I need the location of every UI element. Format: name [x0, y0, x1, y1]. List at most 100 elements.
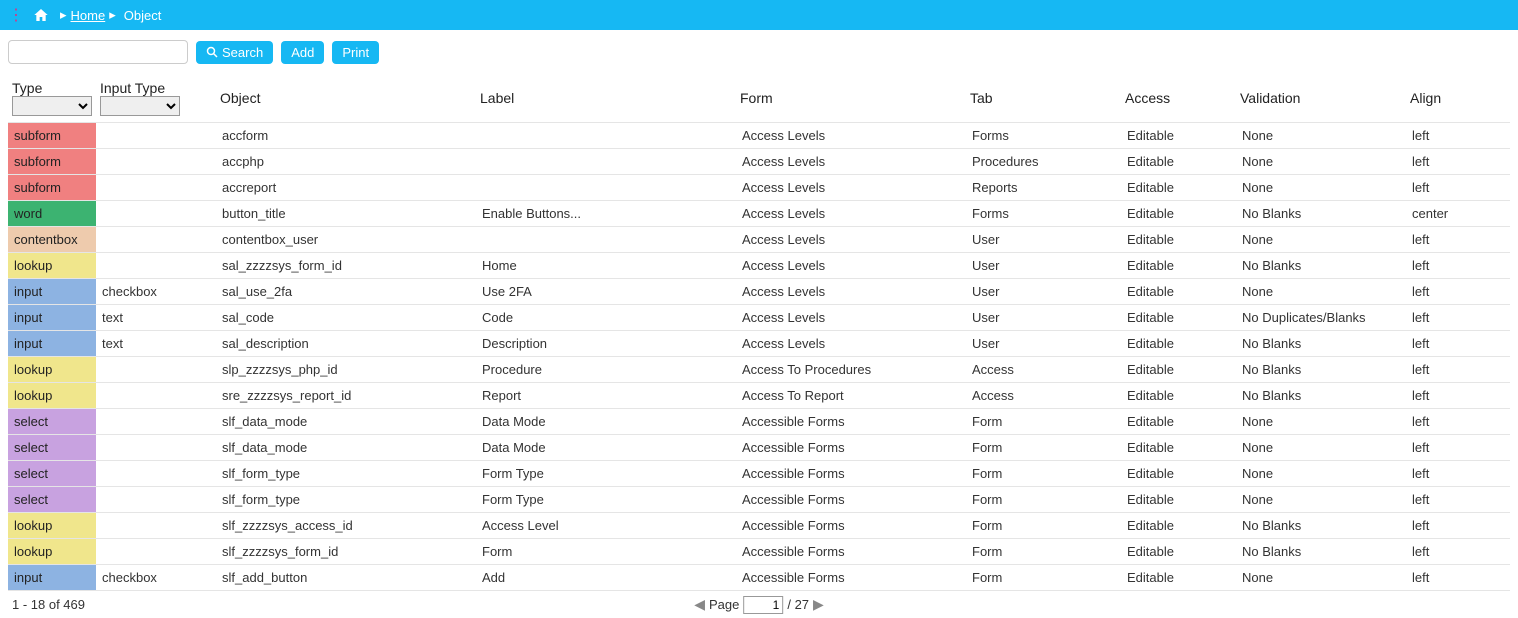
cell-input-type [96, 149, 216, 175]
cell-access: Editable [1121, 253, 1236, 279]
cell-object: sal_use_2fa [216, 279, 476, 305]
table-row[interactable]: subformaccreportAccess LevelsReportsEdit… [8, 175, 1510, 201]
cell-label: Home [476, 253, 736, 279]
cell-tab: Reports [966, 175, 1121, 201]
col-object[interactable]: Object [216, 74, 476, 123]
table-row[interactable]: subformaccformAccess LevelsFormsEditable… [8, 123, 1510, 149]
table-row[interactable]: lookupslf_zzzzsys_form_idFormAccessible … [8, 539, 1510, 565]
cell-object: slf_form_type [216, 461, 476, 487]
cell-form: Accessible Forms [736, 487, 966, 513]
col-type[interactable]: Type [8, 74, 96, 123]
cell-form: Access Levels [736, 123, 966, 149]
cell-align: left [1406, 539, 1510, 565]
filter-type-select[interactable] [12, 96, 92, 116]
col-validation[interactable]: Validation [1236, 74, 1406, 123]
breadcrumb-bar: ⋮ ▸ Home ▸ Object [0, 0, 1518, 30]
table-row[interactable]: lookupslf_zzzzsys_access_idAccess LevelA… [8, 513, 1510, 539]
cell-input-type [96, 227, 216, 253]
cell-object: contentbox_user [216, 227, 476, 253]
cell-form: Accessible Forms [736, 565, 966, 591]
cell-label: Form Type [476, 461, 736, 487]
cell-tab: Access [966, 383, 1121, 409]
breadcrumb-home-link[interactable]: Home [71, 8, 106, 23]
table-row[interactable]: inputtextsal_codeCodeAccess LevelsUserEd… [8, 305, 1510, 331]
cell-tab: Form [966, 409, 1121, 435]
cell-input-type: checkbox [96, 565, 216, 591]
col-label[interactable]: Label [476, 74, 736, 123]
cell-type: contentbox [8, 227, 96, 253]
page-input[interactable] [743, 596, 783, 614]
cell-object: slf_data_mode [216, 435, 476, 461]
cell-input-type [96, 357, 216, 383]
cell-type: subform [8, 123, 96, 149]
cell-object: slf_zzzzsys_access_id [216, 513, 476, 539]
table-row[interactable]: contentboxcontentbox_userAccess LevelsUs… [8, 227, 1510, 253]
table-row[interactable]: selectslf_data_modeData ModeAccessible F… [8, 409, 1510, 435]
cell-align: left [1406, 565, 1510, 591]
col-input-type[interactable]: Input Type [96, 74, 216, 123]
cell-object: sal_description [216, 331, 476, 357]
cell-align: left [1406, 331, 1510, 357]
cell-align: left [1406, 279, 1510, 305]
cell-tab: Form [966, 487, 1121, 513]
cell-type: select [8, 435, 96, 461]
add-button[interactable]: Add [281, 41, 324, 64]
cell-type: subform [8, 149, 96, 175]
cell-align: left [1406, 461, 1510, 487]
col-access[interactable]: Access [1121, 74, 1236, 123]
search-button[interactable]: Search [196, 41, 273, 64]
cell-input-type [96, 383, 216, 409]
table-row[interactable]: wordbutton_titleEnable Buttons...Access … [8, 201, 1510, 227]
col-input-type-label: Input Type [100, 80, 212, 96]
cell-tab: Access [966, 357, 1121, 383]
search-input[interactable] [8, 40, 188, 64]
col-form[interactable]: Form [736, 74, 966, 123]
cell-type: input [8, 331, 96, 357]
cell-type: lookup [8, 513, 96, 539]
table-row[interactable]: lookupsal_zzzzsys_form_idHomeAccess Leve… [8, 253, 1510, 279]
table-row[interactable]: lookupslp_zzzzsys_php_idProcedureAccess … [8, 357, 1510, 383]
cell-align: center [1406, 201, 1510, 227]
table-row[interactable]: selectslf_form_typeForm TypeAccessible F… [8, 487, 1510, 513]
total-pages: / 27 [787, 597, 809, 612]
cell-type: lookup [8, 357, 96, 383]
cell-access: Editable [1121, 175, 1236, 201]
cell-access: Editable [1121, 331, 1236, 357]
filter-input-type-select[interactable] [100, 96, 180, 116]
cell-label: Form [476, 539, 736, 565]
cell-input-type: checkbox [96, 279, 216, 305]
cell-align: left [1406, 409, 1510, 435]
page-label: Page [709, 597, 739, 612]
cell-align: left [1406, 435, 1510, 461]
cell-validation: None [1236, 175, 1406, 201]
cell-align: left [1406, 123, 1510, 149]
table-row[interactable]: inputcheckboxsal_use_2faUse 2FAAccess Le… [8, 279, 1510, 305]
cell-object: accreport [216, 175, 476, 201]
table-row[interactable]: lookupsre_zzzzsys_report_idReportAccess … [8, 383, 1510, 409]
cell-validation: None [1236, 227, 1406, 253]
cell-validation: None [1236, 461, 1406, 487]
cell-align: left [1406, 149, 1510, 175]
col-tab[interactable]: Tab [966, 74, 1121, 123]
cell-access: Editable [1121, 487, 1236, 513]
table-row[interactable]: inputcheckboxslf_add_buttonAddAccessible… [8, 565, 1510, 591]
cell-label: Data Mode [476, 409, 736, 435]
search-icon [206, 46, 218, 58]
chevron-right-icon: ▸ [109, 7, 116, 23]
next-page-icon[interactable]: ▶ [813, 596, 824, 613]
table-row[interactable]: inputtextsal_descriptionDescriptionAcces… [8, 331, 1510, 357]
menu-dots-icon[interactable]: ⋮ [8, 5, 24, 25]
home-icon[interactable] [32, 7, 50, 23]
table-row[interactable]: selectslf_data_modeData ModeAccessible F… [8, 435, 1510, 461]
cell-label [476, 123, 736, 149]
cell-input-type [96, 201, 216, 227]
cell-object: slf_zzzzsys_form_id [216, 539, 476, 565]
cell-tab: Form [966, 513, 1121, 539]
col-align[interactable]: Align [1406, 74, 1510, 123]
search-button-label: Search [222, 45, 263, 60]
prev-page-icon[interactable]: ◀ [694, 596, 705, 613]
table-row[interactable]: subformaccphpAccess LevelsProceduresEdit… [8, 149, 1510, 175]
table-row[interactable]: selectslf_form_typeForm TypeAccessible F… [8, 461, 1510, 487]
print-button[interactable]: Print [332, 41, 379, 64]
cell-validation: No Blanks [1236, 331, 1406, 357]
